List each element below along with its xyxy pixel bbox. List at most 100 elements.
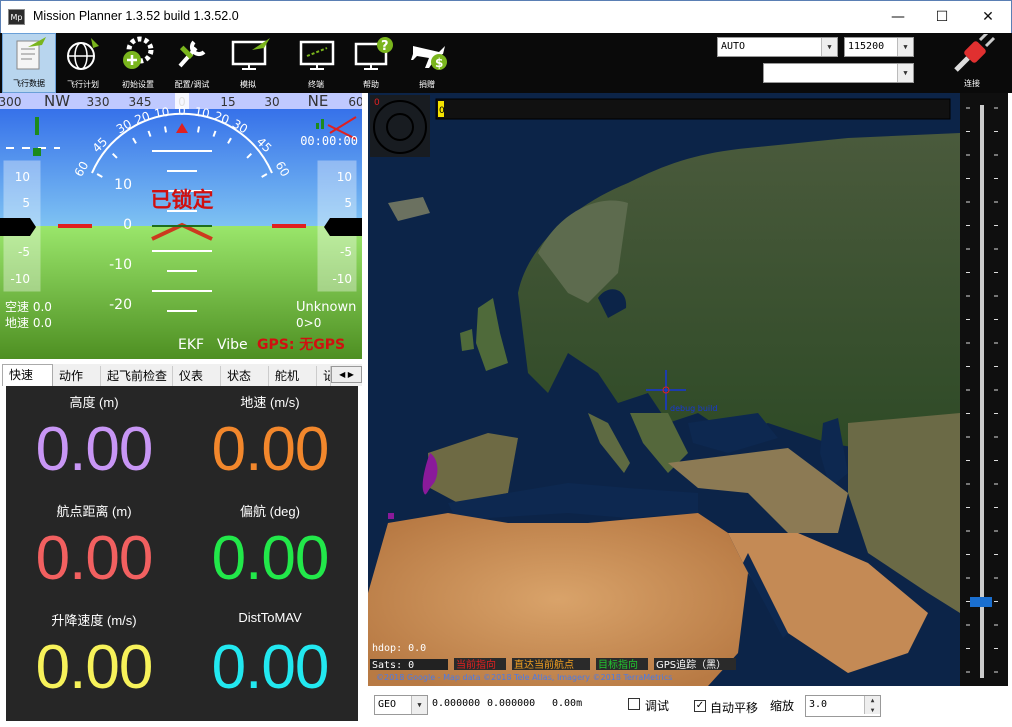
profile-select[interactable]: ▼ [763,63,914,83]
tab-actions[interactable]: 动作 [53,366,101,386]
coord-type-value: GEO [378,699,397,710]
chevron-down-icon: ▼ [897,38,913,56]
port-select[interactable]: AUTO ▼ [717,37,838,57]
compass-label: NE [308,93,329,110]
config-tuning-icon [178,40,206,68]
simulation-button[interactable]: 模拟 [221,33,275,93]
plug-icon [954,30,996,72]
connect-label: 连接 [964,79,980,88]
compass-label: 300 [0,95,21,109]
vibe-status: Vibe [217,337,248,353]
help-button[interactable]: ? 帮助 [344,33,398,93]
roll-label: 10 [193,105,210,121]
quick-value: 0.00 [35,633,154,702]
waypoint-readout: 0>0 [296,316,321,330]
minimize-button[interactable]: — [875,1,921,33]
altitude-readout: 0.00m [552,698,583,709]
quick-dist-to-mav[interactable]: DistToMAV 0.00 [182,604,358,712]
tab-status[interactable]: 状态 [221,366,269,386]
speed-scale-label: 10 [15,170,30,184]
quick-label: 航点距离 (m) [56,504,132,519]
roll-tick [147,130,152,137]
quick-label: DistToMAV [238,610,302,625]
quick-value: 0.00 [211,524,330,593]
chevron-down-icon: ▼ [411,696,427,714]
initial-setup-button[interactable]: 初始设置 [111,33,165,93]
tab-logs[interactable]: 记 [317,366,331,386]
zoom-slider-thumb[interactable] [970,597,992,607]
close-button[interactable]: ✕ [965,1,1011,33]
terminal-icon [299,40,335,70]
svg-text:$: $ [435,56,443,70]
roll-label: 45 [90,135,111,156]
gps-track-legend-label: GPS追踪（黑） [656,658,726,671]
pitch-label: -20 [109,297,132,313]
alt-scale-label: -5 [340,245,352,259]
tab-preflight[interactable]: 起飞前检查 [101,366,173,386]
roll-tick [163,126,168,133]
compass-label: 15 [220,95,235,109]
flight-data-button[interactable]: 飞行数据 [2,33,56,93]
compass-label: 345 [129,95,152,109]
baud-select[interactable]: 115200 ▼ [844,37,914,57]
zoom-spinner[interactable]: 3.0 ▲ ▼ [805,695,881,717]
roll-label: 0 [178,104,186,118]
quick-yaw[interactable]: 偏航 (deg) 0.00 [182,495,358,603]
flight-plan-button[interactable]: 飞行计划 [56,33,110,93]
quick-value: 0.00 [35,524,154,593]
speed-scale-label: 5 [22,196,30,210]
zoom-slider-track [966,105,998,678]
debug-label: debug build [670,404,717,413]
level-marker [33,148,41,156]
tab-quick[interactable]: 快速 [2,364,53,386]
tab-bar: 快速 动作 起飞前检查 仪表 状态 舵机 记 ◀ ▶ [2,364,362,386]
chevron-down-icon: ▼ [821,38,837,56]
coord-type-select[interactable]: GEO ▼ [374,695,428,715]
tab-scroll-arrows[interactable]: ◀ ▶ [331,366,362,383]
chevron-down-icon: ▼ [897,64,913,82]
autopan-checkbox[interactable]: ✓ [694,700,706,712]
initial-setup-icon [123,36,154,69]
title-bar: Mp Mission Planner 1.3.52 build 1.3.52.0… [0,0,1012,33]
roll-tick [132,137,137,144]
zoom-slider[interactable] [960,93,1008,686]
speed-scale-label: -10 [10,272,30,286]
alt-scale-label: 10 [337,170,352,184]
roll-label: 30 [230,117,250,137]
progress-bar [435,98,951,120]
to-wp-legend-label: 直达当前航点 [514,658,574,671]
quick-label: 偏航 (deg) [240,504,300,519]
connect-button[interactable]: 连接 [948,30,996,92]
quick-climb-rate[interactable]: 升降速度 (m/s) 0.00 [6,604,182,712]
zoom-value: 3.0 [809,699,828,710]
tab-servo[interactable]: 舵机 [269,366,317,386]
roll-tick [227,137,232,144]
satellite-map[interactable]: 0 0 debug build hdop: 0.0 Sats: 0 当前指向 直… [368,93,960,686]
heading-legend-label: 当前指向 [456,658,496,671]
debug-checkbox[interactable] [628,698,640,710]
altitude-indicator [324,218,362,236]
quick-value: 0.00 [211,415,330,484]
baud-value: 115200 [848,41,885,52]
quick-wp-distance[interactable]: 航点距离 (m) 0.00 [6,495,182,603]
latitude-readout: 0.000000 [432,698,481,709]
quick-altitude[interactable]: 高度 (m) 0.00 [6,386,182,494]
map-view[interactable]: 0 0 debug build hdop: 0.0 Sats: 0 当前指向 直… [368,93,960,686]
svg-text:?: ? [381,39,389,54]
donate-button[interactable]: $ 捐赠 [400,33,454,93]
compass-label: 330 [87,95,110,109]
pitch-label: -10 [109,257,132,273]
quick-view-panel: 高度 (m) 0.00 地速 (m/s) 0.00 航点距离 (m) 0.00 … [6,386,358,721]
config-tuning-button[interactable]: 配置/调试 [165,33,219,93]
terminal-button[interactable]: 终端 [289,33,343,93]
quick-label: 升降速度 (m/s) [51,613,137,628]
tab-gauges[interactable]: 仪表 [173,366,221,386]
roll-label: 30 [114,117,134,137]
speed-indicator [0,218,36,236]
target-legend-label: 目标指向 [598,658,638,671]
compass-label: 60 [348,95,362,109]
spinner-arrows-icon[interactable]: ▲ ▼ [864,696,880,714]
quick-value: 0.00 [211,633,330,702]
quick-groundspeed[interactable]: 地速 (m/s) 0.00 [182,386,358,494]
maximize-button[interactable]: ☐ [919,1,965,33]
